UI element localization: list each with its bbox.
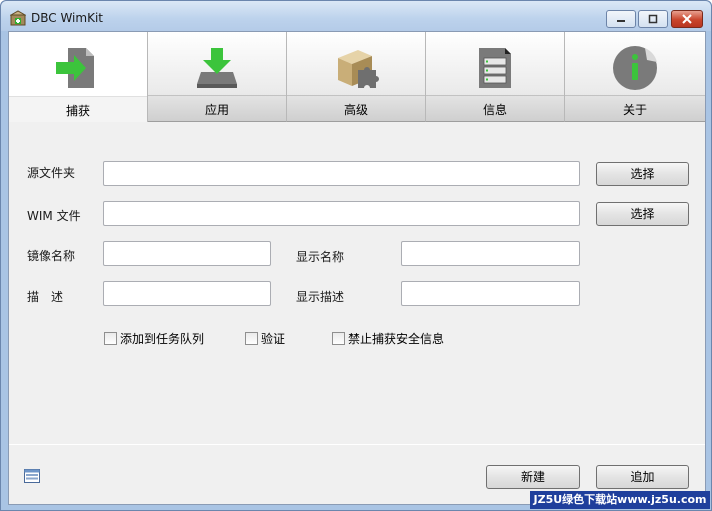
- source-folder-input[interactable]: [103, 161, 580, 186]
- option-verify[interactable]: 验证: [245, 330, 285, 347]
- apply-download-icon: [197, 48, 237, 88]
- image-name-input[interactable]: [103, 241, 271, 266]
- maximize-icon: [648, 14, 658, 24]
- add-to-queue-checkbox[interactable]: [104, 332, 117, 345]
- no-security-label: 禁止捕获安全信息: [348, 332, 445, 346]
- tab-capture[interactable]: 捕获: [9, 32, 148, 122]
- tab-apply[interactable]: 应用: [148, 32, 287, 122]
- wim-file-input[interactable]: [103, 201, 580, 226]
- tab-advanced[interactable]: 高级: [287, 32, 426, 122]
- title-bar[interactable]: DBC WimKit: [1, 1, 711, 31]
- source-folder-label: 源文件夹: [27, 166, 76, 180]
- tab-label: 高级: [343, 103, 368, 117]
- footer-divider: [9, 444, 705, 445]
- puzzle-box-icon: [338, 50, 379, 88]
- close-button[interactable]: [671, 10, 703, 28]
- capture-arrow-icon: [56, 48, 94, 88]
- app-window: DBC WimKit 捕获 应用 高级 信息 关于 源文件夹 选择 WIM 文件…: [0, 0, 712, 511]
- tab-label: 应用: [204, 103, 229, 117]
- tab-about[interactable]: 关于: [565, 32, 705, 122]
- tab-info[interactable]: 信息: [426, 32, 565, 122]
- display-name-input[interactable]: [401, 241, 580, 266]
- window-title: DBC WimKit: [31, 11, 103, 25]
- display-desc-input[interactable]: [401, 281, 580, 306]
- task-list-icon[interactable]: [24, 468, 40, 484]
- about-info-icon: [613, 46, 657, 90]
- option-add-to-queue[interactable]: 添加到任务队列: [104, 330, 204, 347]
- option-no-security[interactable]: 禁止捕获安全信息: [332, 330, 444, 347]
- new-button[interactable]: 新建: [486, 465, 580, 489]
- minimize-icon: [617, 20, 625, 22]
- verify-label: 验证: [261, 332, 286, 346]
- verify-checkbox[interactable]: [245, 332, 258, 345]
- tab-label: 信息: [482, 103, 507, 117]
- close-icon: [682, 14, 692, 24]
- browse-source-button[interactable]: 选择: [596, 162, 689, 186]
- display-name-label: 显示名称: [296, 250, 345, 264]
- description-input[interactable]: [103, 281, 271, 306]
- display-desc-label: 显示描述: [296, 290, 345, 304]
- minimize-button[interactable]: [606, 10, 636, 28]
- app-box-icon: [10, 10, 26, 26]
- tab-bar: 捕获 应用 高级 信息 关于: [9, 32, 705, 122]
- tab-label: 关于: [622, 103, 647, 117]
- browse-wim-button[interactable]: 选择: [596, 202, 689, 226]
- wim-file-label: WIM 文件: [27, 209, 81, 223]
- client-area: 捕获 应用 高级 信息 关于 源文件夹 选择 WIM 文件 选择 镜像名称 显示…: [8, 31, 706, 505]
- tab-label: 捕获: [65, 104, 90, 118]
- maximize-button[interactable]: [638, 10, 668, 28]
- image-name-label: 镜像名称: [27, 249, 76, 263]
- site-watermark: JZ5U绿色下载站www.jz5u.com: [530, 491, 710, 509]
- add-to-queue-label: 添加到任务队列: [120, 332, 205, 346]
- description-label: 描 述: [27, 290, 64, 304]
- no-security-checkbox[interactable]: [332, 332, 345, 345]
- append-button[interactable]: 追加: [596, 465, 689, 489]
- info-list-icon: [479, 48, 511, 88]
